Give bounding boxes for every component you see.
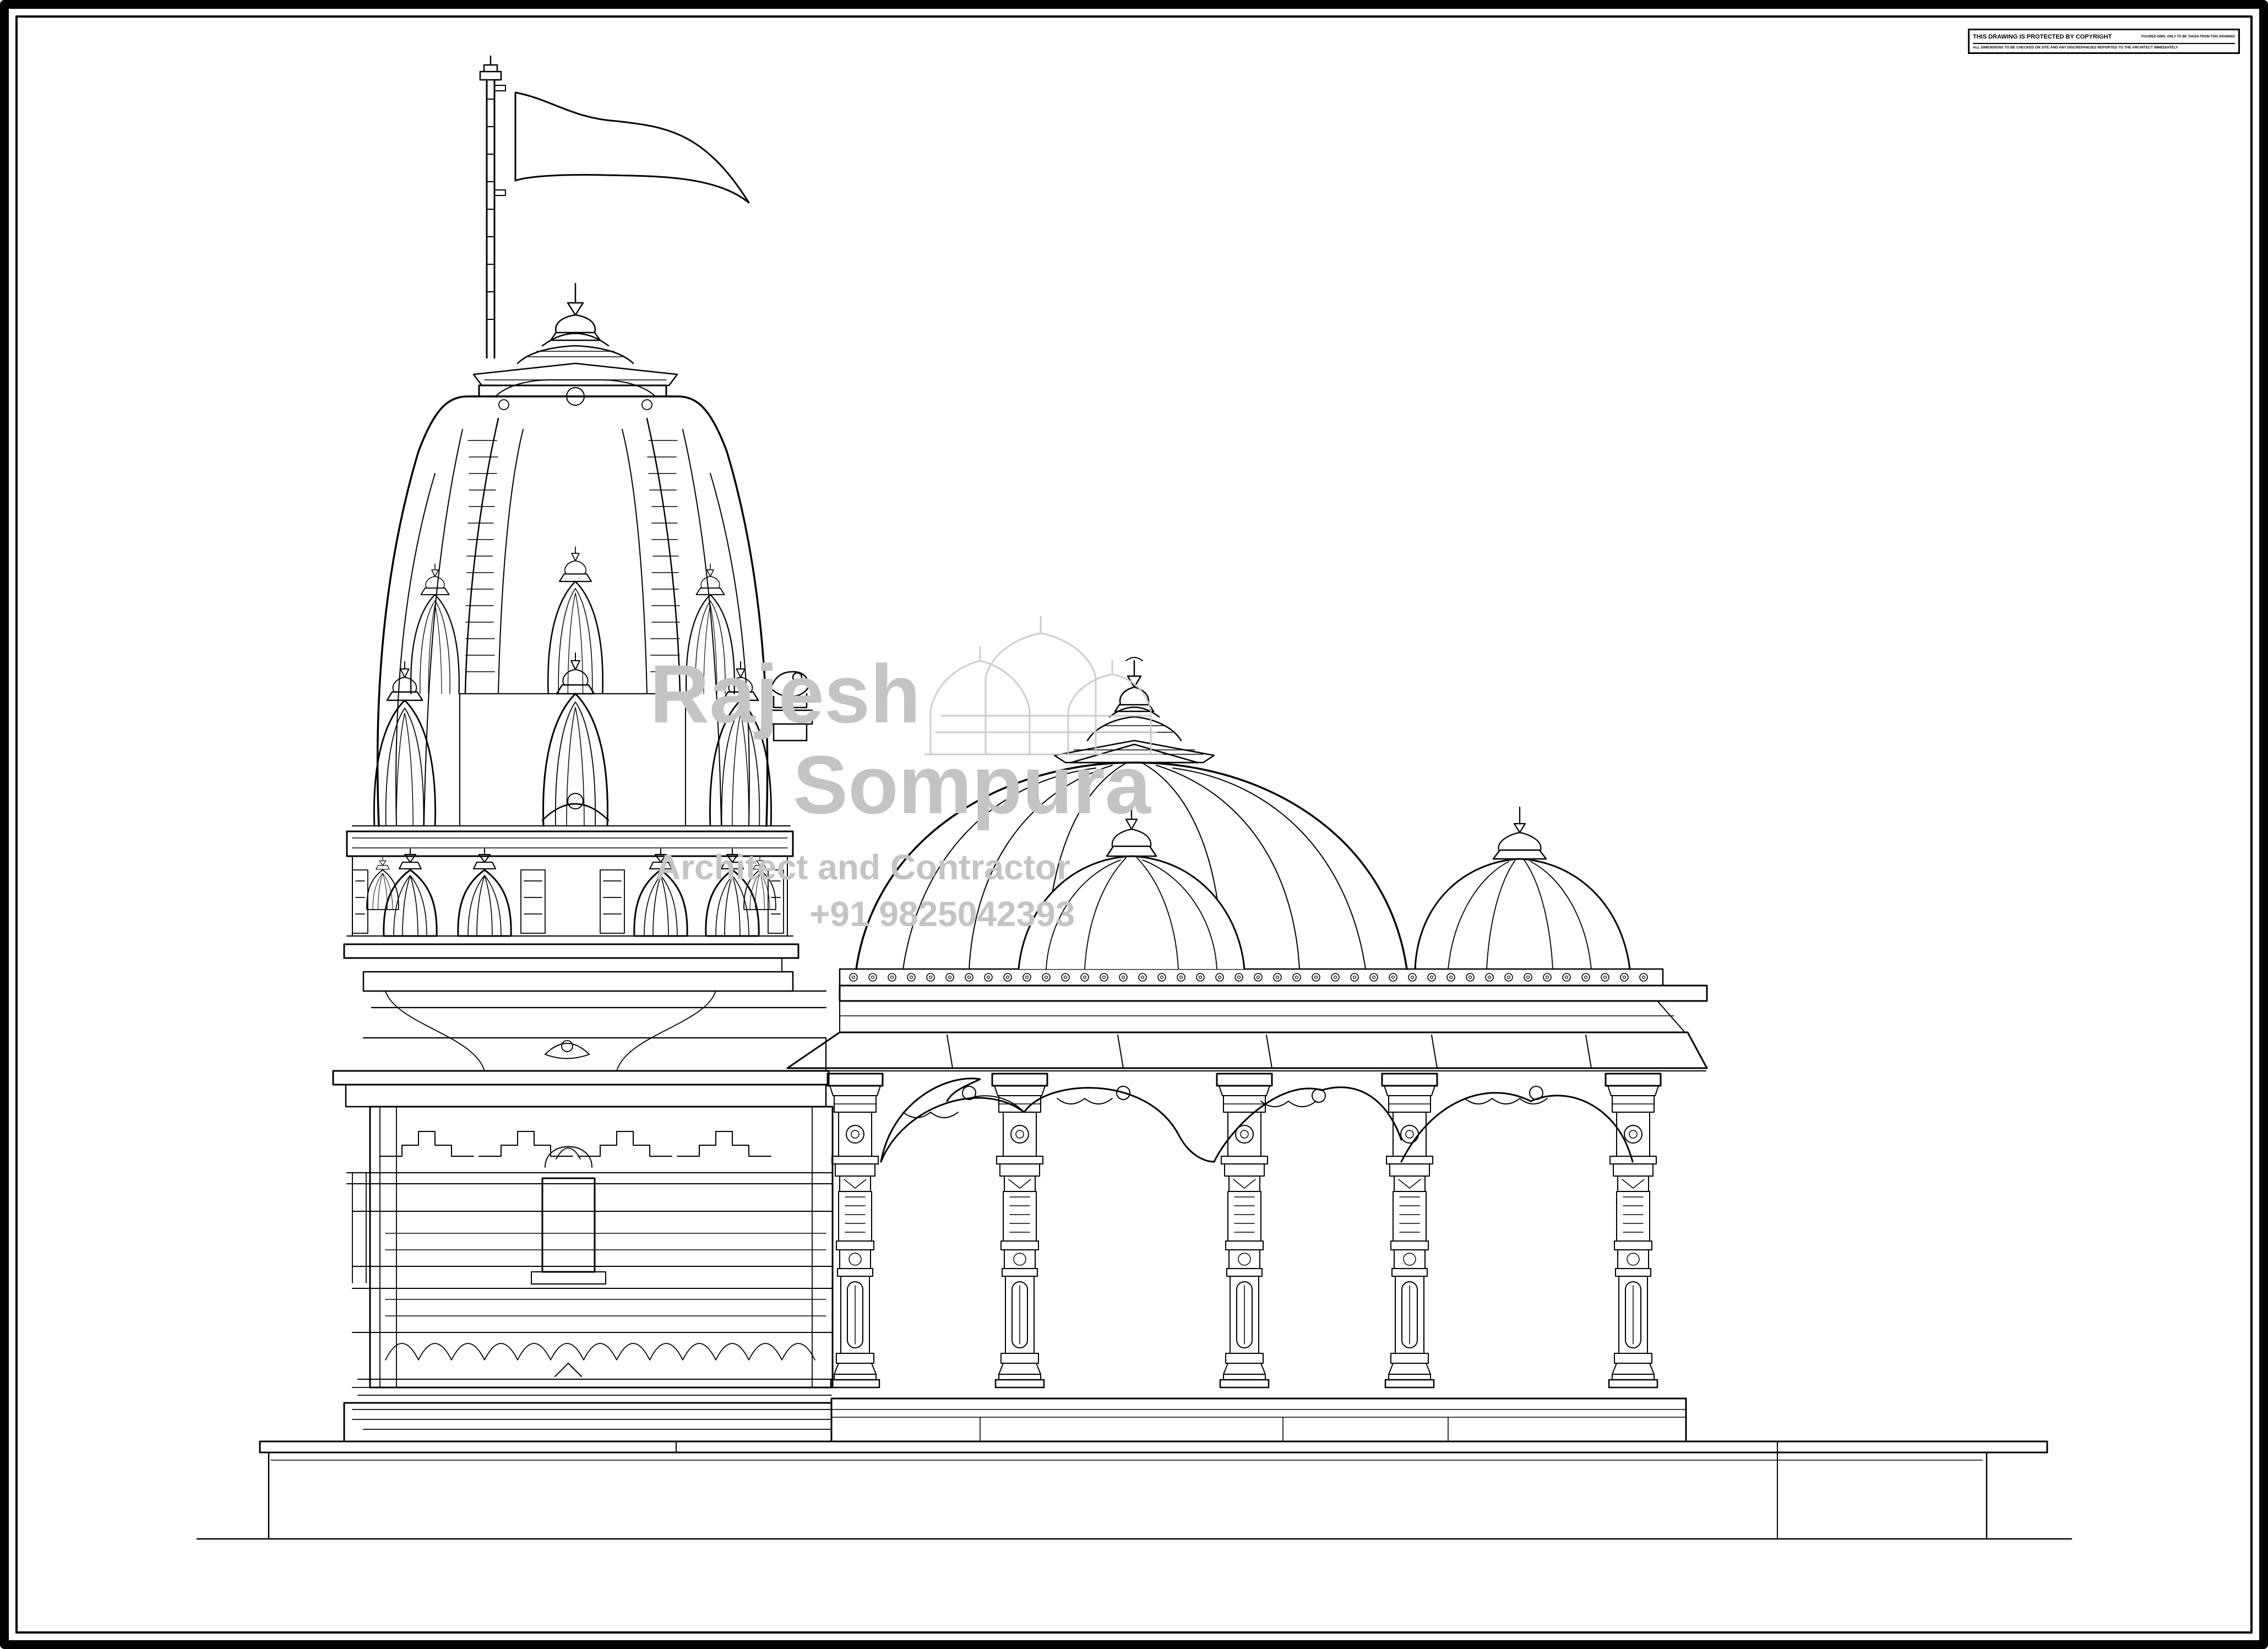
watermark-name-line1: Rajesh [650, 647, 921, 740]
watermark-phone: +91 9825042393 [809, 894, 1075, 934]
flag-icon [479, 55, 750, 359]
pillar-5 [1605, 1073, 1662, 1389]
watermark-subtitle: Architect and Contractor [655, 847, 1070, 887]
wall-cornice [332, 957, 830, 1108]
notice-divider [1973, 43, 2235, 44]
arches [880, 1077, 1634, 1163]
temple-watermark-icon [924, 616, 1163, 755]
main-shikhara [373, 282, 772, 827]
watermark-name-line2: Sompura [793, 738, 1151, 831]
copyright-notice: THIS DRAWING IS PROTECTED BY COPYRIGHT F… [1968, 29, 2240, 54]
site-check-note: ALL DIMENSIONS TO BE CHECKED ON SITE AND… [1973, 46, 2178, 50]
small-dome [1414, 806, 1631, 970]
temple-base [343, 1387, 1687, 1443]
pillar-4 [1381, 1073, 1438, 1389]
ground-and-plinth [196, 1440, 2073, 1540]
pillar-1 [826, 1073, 884, 1389]
dimensions-note: FIGURED DIMS. ONLY TO BE TAKEN FROM THIS… [2141, 35, 2235, 39]
pillar-2 [991, 1073, 1048, 1389]
pavilion-roof [786, 968, 1708, 1071]
temple-wall [346, 1106, 834, 1389]
drawing-sheet: THIS DRAWING IS PROTECTED BY COPYRIGHT F… [0, 0, 2268, 1649]
copyright-text: THIS DRAWING IS PROTECTED BY COPYRIGHT [1973, 34, 2112, 40]
frieze-flowers [849, 973, 1648, 982]
